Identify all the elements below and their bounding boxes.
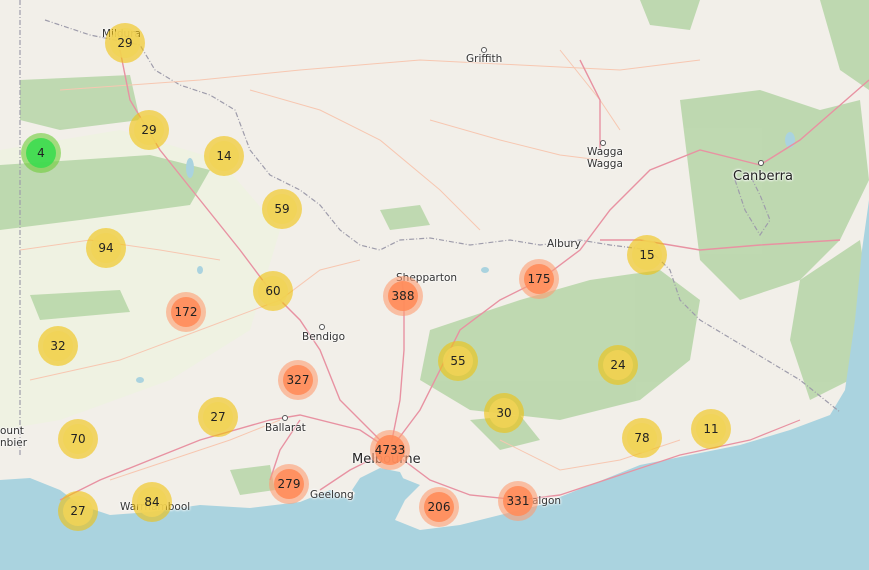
- cluster-count: 30: [489, 398, 519, 428]
- cluster-count: 11: [696, 414, 726, 444]
- place-dot-bendigo: [319, 324, 325, 330]
- cluster-marker[interactable]: 4733: [370, 430, 410, 470]
- cluster-marker[interactable]: 29: [105, 23, 145, 63]
- cluster-marker[interactable]: 94: [86, 228, 126, 268]
- cluster-marker[interactable]: 70: [58, 419, 98, 459]
- place-label-mount-gambier-line2: nbier: [0, 437, 28, 449]
- place-label-bendigo: Bendigo: [302, 331, 345, 343]
- cluster-count: 24: [603, 350, 633, 380]
- place-dot-ballarat: [282, 415, 288, 421]
- cluster-marker[interactable]: 30: [484, 393, 524, 433]
- cluster-marker[interactable]: 388: [383, 276, 423, 316]
- cluster-count: 14: [209, 141, 239, 171]
- cluster-marker[interactable]: 27: [198, 397, 238, 437]
- cluster-marker[interactable]: 175: [519, 259, 559, 299]
- cluster-marker[interactable]: 84: [132, 482, 172, 522]
- cluster-count: 327: [283, 365, 313, 395]
- cluster-count: 60: [258, 276, 288, 306]
- cluster-marker[interactable]: 78: [622, 418, 662, 458]
- cluster-marker[interactable]: 29: [129, 110, 169, 150]
- cluster-count: 331: [503, 486, 533, 516]
- cluster-marker[interactable]: 327: [278, 360, 318, 400]
- cluster-marker[interactable]: 331: [498, 481, 538, 521]
- cluster-count: 78: [627, 423, 657, 453]
- cluster-count: 206: [424, 492, 454, 522]
- place-label-geelong: Geelong: [310, 489, 354, 501]
- place-label-wagga-wagga-line1: Wagga: [587, 146, 623, 158]
- cluster-marker[interactable]: 59: [262, 189, 302, 229]
- cluster-marker[interactable]: 14: [204, 136, 244, 176]
- cluster-count: 27: [203, 402, 233, 432]
- cluster-marker[interactable]: 24: [598, 345, 638, 385]
- map-viewport[interactable]: Mildura Griffith Wagga Wagga Canberra Al…: [0, 0, 869, 570]
- cluster-marker[interactable]: 11: [691, 409, 731, 449]
- cluster-count: 55: [443, 346, 473, 376]
- cluster-marker[interactable]: 279: [269, 464, 309, 504]
- cluster-marker[interactable]: 60: [253, 271, 293, 311]
- cluster-count: 94: [91, 233, 121, 263]
- place-label-wagga-wagga-line2: Wagga: [587, 158, 623, 170]
- cluster-count: 84: [137, 487, 167, 517]
- cluster-marker[interactable]: 206: [419, 487, 459, 527]
- cluster-marker[interactable]: 4: [21, 133, 61, 173]
- cluster-marker[interactable]: 172: [166, 292, 206, 332]
- cluster-count: 70: [63, 424, 93, 454]
- cluster-count: 4: [26, 138, 56, 168]
- place-label-canberra: Canberra: [733, 169, 793, 184]
- cluster-count: 29: [134, 115, 164, 145]
- base-map-tiles: [0, 0, 869, 570]
- cluster-marker[interactable]: 55: [438, 341, 478, 381]
- cluster-count: 172: [171, 297, 201, 327]
- cluster-count: 15: [632, 240, 662, 270]
- cluster-count: 175: [524, 264, 554, 294]
- place-label-griffith: Griffith: [466, 53, 503, 65]
- cluster-count: 388: [388, 281, 418, 311]
- cluster-count: 279: [274, 469, 304, 499]
- place-label-mount-gambier-line1: ount: [0, 425, 24, 437]
- place-label-ballarat: Ballarat: [265, 422, 306, 434]
- place-label-albury: Albury: [547, 238, 581, 250]
- cluster-marker[interactable]: 15: [627, 235, 667, 275]
- cluster-marker[interactable]: 32: [38, 326, 78, 366]
- cluster-count: 29: [110, 28, 140, 58]
- cluster-count: 4733: [375, 435, 405, 465]
- cluster-count: 32: [43, 331, 73, 361]
- cluster-marker[interactable]: 27: [58, 491, 98, 531]
- cluster-count: 59: [267, 194, 297, 224]
- place-dot-canberra: [758, 160, 764, 166]
- cluster-count: 27: [63, 496, 93, 526]
